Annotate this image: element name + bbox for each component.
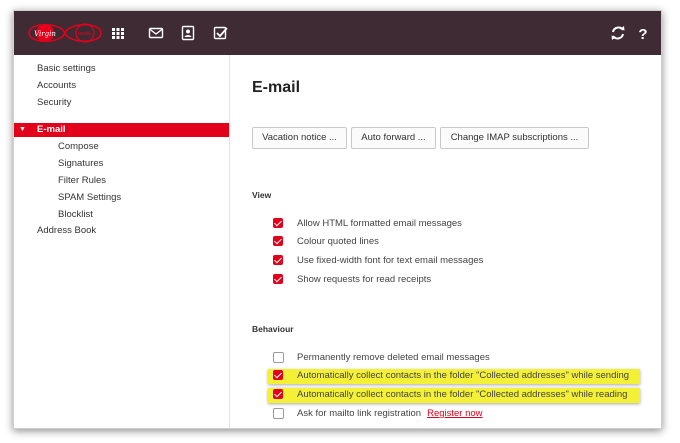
vacation-notice-button[interactable]: Vacation notice ... (252, 127, 347, 149)
checkbox-checked[interactable] (273, 389, 283, 399)
apps-grid-icon[interactable] (109, 24, 127, 42)
checkbox-unchecked[interactable] (273, 352, 284, 363)
checkbox-checked[interactable] (273, 370, 283, 380)
sidebar-item-label: E-mail (37, 124, 66, 135)
virgin-media-logo[interactable]: Virgin media (25, 18, 105, 48)
checkbox-checked[interactable] (273, 236, 283, 246)
top-bar: Virgin media ? (14, 11, 661, 55)
settings-content: E-mail Vacation notice ... Auto forward … (230, 55, 661, 428)
option-label: Use fixed-width font for text email mess… (297, 255, 484, 266)
tasks-icon[interactable] (212, 24, 230, 42)
refresh-icon[interactable] (609, 24, 627, 42)
mail-icon[interactable] (147, 24, 165, 42)
option-label: Ask for mailto link registration Register… (297, 407, 483, 421)
checkbox-checked[interactable] (273, 255, 283, 265)
svg-text:?: ? (638, 26, 647, 42)
auto-forward-button[interactable]: Auto forward ... (351, 127, 436, 149)
behaviour-section-heading: Behaviour (252, 324, 294, 334)
checkbox-unchecked[interactable] (273, 408, 284, 419)
sidebar-item-email[interactable]: ▼ E-mail (14, 123, 229, 137)
contacts-icon[interactable] (179, 24, 197, 42)
app-window: Virgin media ? Basic settings Accounts S… (13, 10, 662, 429)
sidebar-item-blocklist[interactable]: Blocklist (58, 207, 93, 223)
sidebar-item-accounts[interactable]: Accounts (37, 78, 76, 94)
option-label: Allow HTML formatted email messages (297, 218, 462, 229)
page-title: E-mail (252, 79, 301, 96)
svg-text:Virgin: Virgin (34, 30, 56, 38)
sidebar-item-spam-settings[interactable]: SPAM Settings (58, 190, 121, 206)
option-label: Automatically collect contacts in the fo… (297, 389, 628, 400)
checkbox-checked[interactable] (273, 274, 283, 284)
option-label: Show requests for read receipts (297, 274, 432, 285)
sidebar-item-filter-rules[interactable]: Filter Rules (58, 173, 106, 189)
svg-text:media: media (78, 31, 92, 37)
sidebar-item-signatures[interactable]: Signatures (58, 156, 103, 172)
sidebar-item-address-book[interactable]: Address Book (37, 223, 96, 239)
change-imap-subscriptions-button[interactable]: Change IMAP subscriptions ... (440, 127, 589, 149)
option-label-text: Ask for mailto link registration (297, 408, 422, 419)
sidebar-item-basic-settings[interactable]: Basic settings (37, 61, 96, 77)
sidebar-item-security[interactable]: Security (37, 95, 71, 111)
option-label: Colour quoted lines (297, 236, 379, 247)
view-section-heading: View (252, 190, 272, 200)
help-icon[interactable]: ? (634, 24, 652, 42)
option-label: Permanently remove deleted email message… (297, 352, 490, 363)
caret-down-icon: ▼ (19, 126, 26, 133)
settings-sidebar: Basic settings Accounts Security ▼ E-mai… (14, 55, 230, 428)
sidebar-item-compose[interactable]: Compose (58, 139, 99, 155)
checkbox-checked[interactable] (273, 218, 283, 228)
option-label: Automatically collect contacts in the fo… (297, 370, 630, 381)
register-now-link[interactable]: Register now (427, 408, 482, 419)
